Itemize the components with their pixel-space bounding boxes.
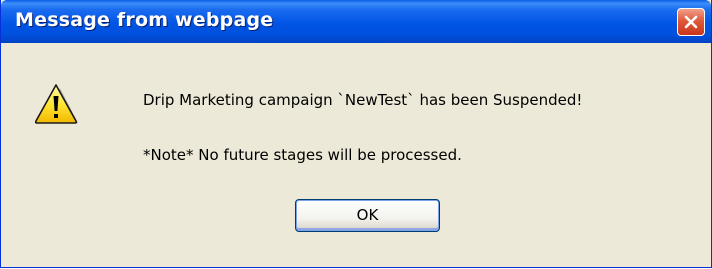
close-button[interactable] [677, 8, 705, 36]
dialog-message: Drip Marketing campaign `NewTest` has be… [143, 91, 583, 109]
dialog-body: Drip Marketing campaign `NewTest` has be… [4, 43, 708, 264]
title-bar[interactable]: Message from webpage [1, 0, 711, 43]
warning-icon [34, 84, 78, 124]
ok-button[interactable]: OK [295, 199, 440, 232]
window-title: Message from webpage [15, 9, 274, 31]
close-icon [684, 15, 698, 29]
dialog-window: Message from webpage Drip Marketing camp… [0, 0, 712, 268]
dialog-note: *Note* No future stages will be processe… [143, 146, 462, 164]
